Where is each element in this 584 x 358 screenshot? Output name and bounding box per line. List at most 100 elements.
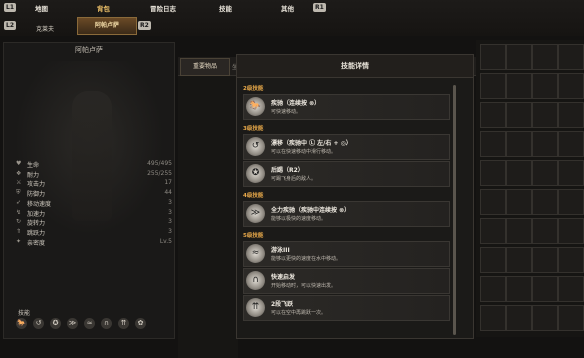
inventory-slot[interactable]	[558, 276, 584, 302]
inventory-slot[interactable]	[480, 160, 506, 186]
inventory-slot[interactable]	[480, 305, 506, 331]
inventory-slot[interactable]	[506, 131, 532, 157]
stat-label: 生命	[27, 162, 40, 169]
inventory-slot[interactable]	[558, 131, 584, 157]
inventory-slot[interactable]	[480, 73, 506, 99]
inventory-slot[interactable]	[506, 276, 532, 302]
inventory-slot[interactable]	[532, 102, 558, 128]
extra-icon[interactable]: ✿	[135, 318, 146, 329]
l2-key-hint[interactable]: L2	[4, 21, 16, 30]
quickstart-icon[interactable]: ∩	[101, 318, 112, 329]
swim-icon[interactable]: ≈	[84, 318, 95, 329]
inventory-slot[interactable]	[532, 276, 558, 302]
inventory-slot[interactable]	[558, 73, 584, 99]
inventory-slot[interactable]	[480, 247, 506, 273]
skill-level-heading: 2级技能	[243, 86, 264, 92]
stat-row: ⇑ 跳跃力 3	[16, 228, 172, 237]
inventory-slot[interactable]	[558, 189, 584, 215]
inventory-slot[interactable]	[532, 218, 558, 244]
skill-card[interactable]: ≫ 全力疾驰（疾驰中连续按 ⊗） 能够以极快的速度移动。	[243, 201, 450, 227]
inventory-slot[interactable]	[558, 44, 584, 70]
l1-key-hint[interactable]: L1	[4, 3, 16, 12]
inventory-slot[interactable]	[480, 189, 506, 215]
affection-icon: ✦	[16, 237, 22, 245]
inventory-slot[interactable]	[480, 44, 506, 70]
inventory-slot[interactable]	[480, 276, 506, 302]
inventory-slot[interactable]	[532, 247, 558, 273]
inventory-slot[interactable]	[532, 189, 558, 215]
double-jump-icon: ⇈	[246, 298, 265, 317]
tab-adventure-log[interactable]: 冒险日志	[150, 3, 176, 13]
dash-icon[interactable]: ≫	[67, 318, 78, 329]
inventory-slot[interactable]	[506, 247, 532, 273]
inventory-slot[interactable]	[506, 189, 532, 215]
stat-label: 加速力	[27, 210, 46, 218]
skill-description: 开始移动时，可以快速出发。	[271, 283, 337, 289]
inventory-slot[interactable]	[558, 218, 584, 244]
inventory-slot[interactable]	[506, 160, 532, 186]
accel-icon: ↯	[16, 208, 22, 216]
inventory-slot[interactable]	[532, 44, 558, 70]
heart-icon: ♥	[16, 160, 22, 167]
skill-name: 漂移（疾驰中 Ⓛ 左/右 + ◎）	[271, 140, 352, 147]
inventory-slot[interactable]	[506, 218, 532, 244]
stat-label: 耐力	[27, 171, 40, 179]
stat-label: 跳跃力	[27, 229, 46, 237]
inventory-slot[interactable]	[506, 44, 532, 70]
quickstart-icon: ∩	[246, 271, 265, 290]
skill-name: 全力疾驰（疾驰中连续按 ⊗）	[271, 207, 351, 214]
inventory-slot[interactable]	[532, 305, 558, 331]
tab-other[interactable]: 其他	[281, 3, 294, 13]
inventory-slot[interactable]	[480, 218, 506, 244]
tab-key-items[interactable]: 重要物品	[180, 58, 230, 76]
skills-label: 技能	[18, 310, 31, 317]
tab-inventory[interactable]: 背包	[97, 3, 110, 13]
tab-map[interactable]: 地图	[35, 3, 48, 13]
inventory-slot[interactable]	[558, 102, 584, 128]
stat-row: ♥ 生命 495/495	[16, 160, 172, 169]
skill-card[interactable]: 🐎 疾驰（连续按 ⊗） 可快速移动。	[243, 94, 450, 120]
skill-list[interactable]: 2级技能 🐎 疾驰（连续按 ⊗） 可快速移动。 3级技能 ↺ 漂移（疾驰中 Ⓛ 左/右 + …	[237, 78, 473, 338]
tab-skills[interactable]: 技能	[219, 3, 232, 13]
subtab-clive[interactable]: 克莱夫	[36, 24, 54, 33]
inventory-slot[interactable]	[532, 160, 558, 186]
skill-card[interactable]: ≈ 游泳III 能够以更快的速度在水中移动。	[243, 241, 450, 267]
drift-icon[interactable]: ↺	[33, 318, 44, 329]
skill-card[interactable]: ⇈ 2段飞跃 可以在空中再跳跃一次。	[243, 295, 450, 321]
gallop-icon[interactable]: 🐎	[16, 318, 27, 329]
inventory-slot[interactable]	[480, 131, 506, 157]
r2-key-hint[interactable]: R2	[138, 21, 151, 30]
stamina-icon: ❖	[16, 169, 22, 177]
skill-card[interactable]: ∩ 快速启发 开始移动时，可以快速出发。	[243, 268, 450, 294]
inventory-slot[interactable]	[532, 131, 558, 157]
stat-value: 255/255	[147, 169, 172, 177]
modal-scrollbar[interactable]	[453, 85, 456, 335]
top-nav-bar: L1 地图 背包 冒险日志 技能 其他 R1 L2 克莱夫 阿帕卢萨 R2	[0, 0, 584, 36]
stat-row: ❖ 耐力 255/255	[16, 170, 172, 179]
inventory-slot[interactable]	[532, 73, 558, 99]
r1-key-hint[interactable]: R1	[313, 3, 326, 12]
item-list-panel	[178, 76, 238, 358]
inventory-slot[interactable]	[506, 102, 532, 128]
double-jump-icon[interactable]: ⇈	[118, 318, 129, 329]
subtab-apaloosa-label: 阿帕卢萨	[94, 22, 119, 29]
stat-value: 3	[168, 208, 172, 216]
inventory-slot[interactable]	[558, 247, 584, 273]
inventory-slot[interactable]	[506, 305, 532, 331]
inventory-slot[interactable]	[480, 102, 506, 128]
kick-icon: ✪	[246, 164, 265, 183]
gallop-icon: 🐎	[246, 97, 265, 116]
inventory-slot[interactable]	[558, 160, 584, 186]
dash-icon: ≫	[246, 204, 265, 223]
stat-row: ↻ 旋转力 3	[16, 218, 172, 227]
swim-icon: ≈	[246, 244, 265, 263]
inventory-slot[interactable]	[506, 73, 532, 99]
inventory-slot[interactable]	[558, 305, 584, 331]
kick-icon[interactable]: ✪	[50, 318, 61, 329]
stat-value: 44	[164, 189, 172, 197]
subtab-apaloosa[interactable]: 阿帕卢萨	[77, 17, 137, 35]
skill-card[interactable]: ↺ 漂移（疾驰中 Ⓛ 左/右 + ◎） 可以在快速移动中滑行移动。	[243, 134, 450, 160]
skill-name: 2段飞跃	[271, 301, 294, 308]
stat-row: ⛨ 防御力 44	[16, 189, 172, 198]
skill-card[interactable]: ✪ 后踢（R2） 可踢飞身后的敌人。	[243, 161, 450, 187]
